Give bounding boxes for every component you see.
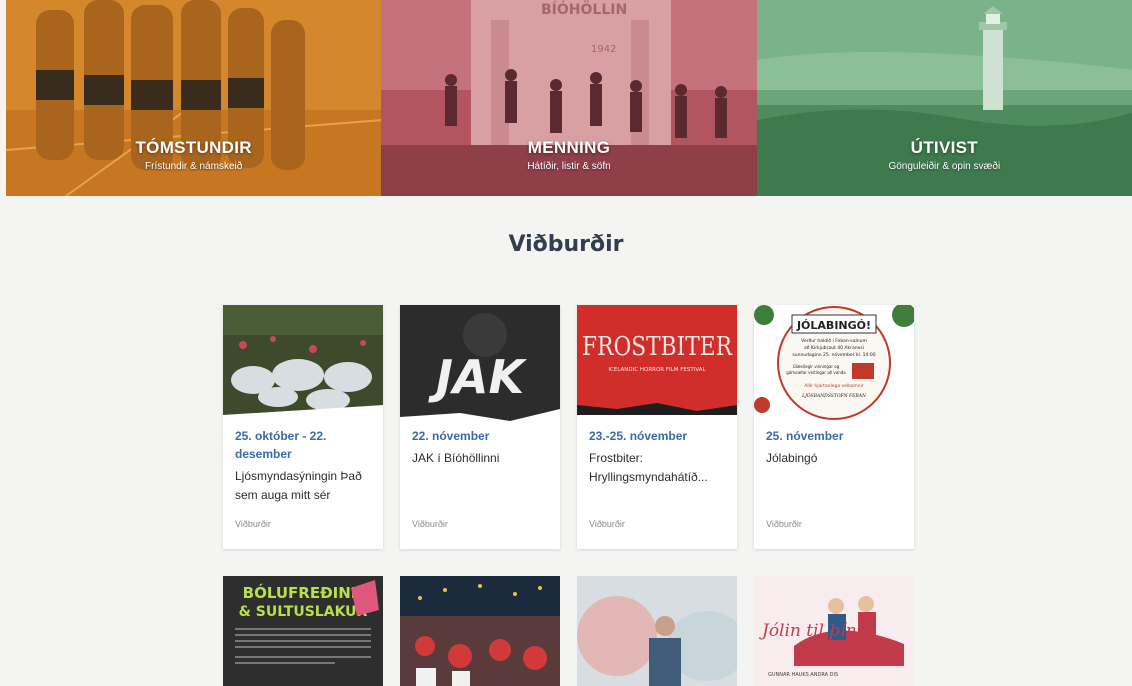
tile-tomstundir[interactable]: TÓMSTUNDIR Frístundir & námskeið: [6, 0, 382, 196]
poster-title-line1: BÓLUFREÐINN: [243, 583, 364, 602]
poster-title: FROSTBITER: [582, 332, 733, 362]
category-tiles: TÓMSTUNDIR Frístundir & námskeið BÍÓHÖLL…: [6, 0, 1132, 196]
tile-label: ÚTIVIST Gönguleiðir & opin svæði: [757, 138, 1132, 172]
event-title: Jólabingó: [766, 451, 818, 465]
poster-line: gómsætar veitingar að vanda: [786, 370, 846, 375]
tile-subtitle: Frístundir & námskeið: [145, 161, 243, 172]
poster-line: Verður haldið í Feban-salnum: [801, 337, 867, 344]
tile-subtitle: Gönguleiðir & opin svæði: [888, 161, 1001, 172]
event-title: JAK í Bíóhöllinni: [412, 451, 500, 465]
event-image: JAK: [400, 305, 560, 425]
tile-title: TÓMSTUNDIR: [135, 138, 252, 157]
tile-title: MENNING: [527, 138, 611, 157]
jak-poster: JAK: [400, 305, 560, 425]
tile-label: MENNING Hátíðir, listir & söfn: [381, 138, 756, 172]
event-image: FROSTBITER ICELANDIC HORROR FILM FESTIVA…: [577, 305, 737, 425]
tile-menning[interactable]: BÍÓHÖLLIN 1942 MENNING Hátíðir, listir &…: [381, 0, 757, 196]
event-image: [223, 305, 383, 425]
event-card[interactable]: JÓLABINGÓ! Verður haldið í Feban-salnum …: [754, 305, 914, 549]
jolabingo-poster: JÓLABINGÓ! Verður haldið í Feban-salnum …: [754, 305, 914, 425]
event-title: Ljósmyndasýningin Það sem auga mitt sér: [235, 469, 362, 502]
building-year: 1942: [591, 44, 616, 55]
event-card[interactable]: JAK 22. nóvember JAK í Bíóhöllinni Viðbu…: [400, 305, 560, 549]
poster-title: JAK: [428, 350, 528, 404]
plants-photo: [223, 305, 383, 425]
poster-title: JÓLABINGÓ!: [796, 319, 871, 332]
event-date: 25. október - 22. desember: [235, 429, 327, 461]
tile-title: ÚTIVIST: [910, 138, 978, 157]
event-category: Viðburðir: [766, 519, 802, 529]
event-category: Viðburðir: [589, 519, 625, 529]
tile-utivist[interactable]: ÚTIVIST Gönguleiðir & opin svæði: [756, 0, 1132, 196]
event-date: 25. nóvember: [766, 429, 844, 443]
tile-label: TÓMSTUNDIR Frístundir & námskeið: [6, 138, 381, 172]
frostbiter-poster: FROSTBITER ICELANDIC HORROR FILM FESTIVA…: [577, 305, 737, 425]
poster-names: GUNNAR HAUKS ANDRA DIS: [768, 672, 838, 678]
event-title: Frostbiter: Hryllingsmyndahátíð...: [589, 451, 708, 484]
poster-title-line2: & SULTUSLAKUR: [239, 604, 368, 620]
poster-line: Allir hjartanlega velkomnir: [804, 383, 864, 389]
poster-line: að Kirkjubraut 40 Akranesi: [804, 345, 864, 351]
events-heading: Viðburðir: [508, 232, 624, 257]
event-card[interactable]: 25. október - 22. desember Ljósmyndasýni…: [223, 305, 383, 549]
poster-title: Jólin til þín: [759, 621, 857, 641]
event-date: 22. nóvember: [412, 429, 490, 443]
poster-line: sunnudaginn 25. nóvember kl. 14:00: [792, 351, 875, 358]
event-category: Viðburðir: [235, 519, 271, 529]
event-card[interactable]: FROSTBITER ICELANDIC HORROR FILM FESTIVA…: [577, 305, 737, 549]
event-category: Viðburðir: [412, 519, 448, 529]
tile-subtitle: Hátíðir, listir & söfn: [527, 161, 611, 172]
building-sign: BÍÓHÖLLIN: [541, 0, 627, 18]
event-image: JÓLABINGÓ! Verður haldið í Feban-salnum …: [754, 305, 914, 425]
event-date: 23.-25. nóvember: [589, 429, 688, 443]
poster-subtitle: ICELANDIC HORROR FILM FESTIVAL: [608, 367, 706, 373]
poster-line: Glæsilegir vinningar og: [793, 364, 840, 369]
